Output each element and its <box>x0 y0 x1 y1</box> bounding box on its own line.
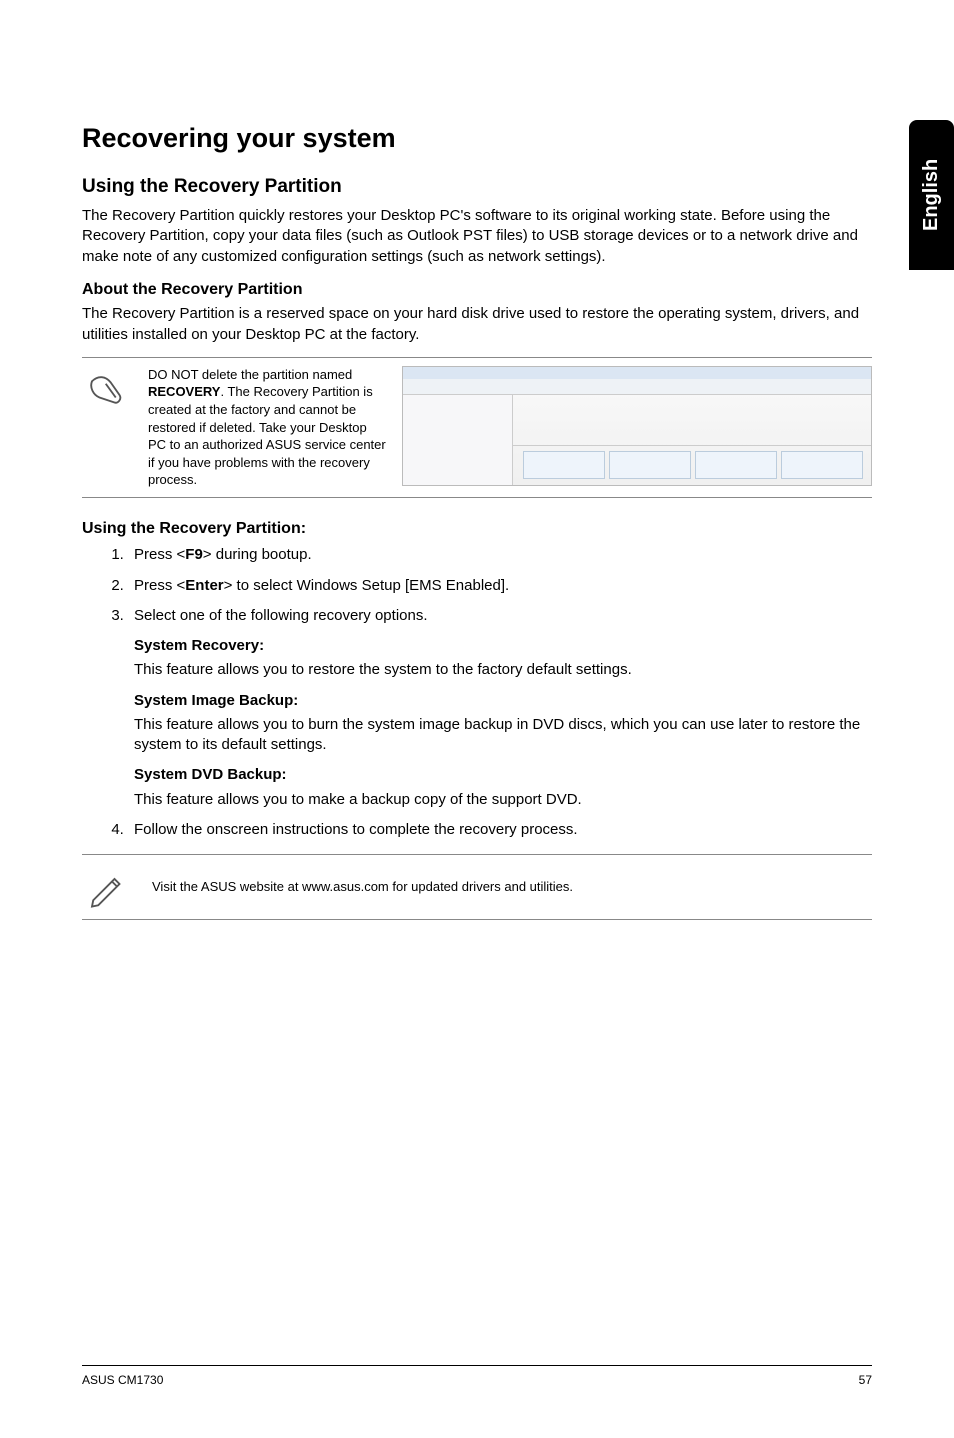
page-title: Recovering your system <box>82 120 872 156</box>
step-2: Press <Enter> to select Windows Setup [E… <box>128 576 872 596</box>
option-1-text: This feature allows you to restore the s… <box>134 660 872 680</box>
step-1-key: F9 <box>185 546 203 563</box>
page-footer: ASUS CM1730 57 <box>82 1365 872 1388</box>
note-prefix: DO NOT delete the partition named <box>148 367 352 382</box>
option-2-heading: System Image Backup: <box>134 691 872 711</box>
hand-point-icon <box>87 370 127 410</box>
intro-paragraph: The Recovery Partition quickly restores … <box>82 206 872 267</box>
step-2-prefix: Press < <box>134 577 185 594</box>
footer-page-number: 57 <box>859 1372 872 1388</box>
step-2-suffix: > to select Windows Setup [EMS Enabled]. <box>224 577 510 594</box>
option-2-text: This feature allows you to burn the syst… <box>134 715 872 756</box>
step-3-text: Select one of the following recovery opt… <box>134 607 428 624</box>
footer-model: ASUS CM1730 <box>82 1372 163 1388</box>
tip-text: Visit the ASUS website at www.asus.com f… <box>152 878 573 896</box>
note-icon <box>82 366 132 410</box>
step-4: Follow the onscreen instructions to comp… <box>128 820 872 840</box>
step-2-key: Enter <box>185 577 223 594</box>
steps-list: Press <F9> during bootup. Press <Enter> … <box>82 545 872 840</box>
note-text: DO NOT delete the partition named RECOVE… <box>148 366 388 489</box>
page-content: Recovering your system Using the Recover… <box>0 0 954 920</box>
note-suffix: . The Recovery Partition is created at t… <box>148 384 386 487</box>
using-heading: Using the Recovery Partition: <box>82 518 872 540</box>
option-1-heading: System Recovery: <box>134 636 872 656</box>
about-paragraph: The Recovery Partition is a reserved spa… <box>82 304 872 345</box>
section-heading-recovery-partition: Using the Recovery Partition <box>82 174 872 200</box>
note-bold: RECOVERY <box>148 384 220 399</box>
step-3: Select one of the following recovery opt… <box>128 606 872 810</box>
note-box: DO NOT delete the partition named RECOVE… <box>82 357 872 498</box>
disk-management-thumbnail <box>402 366 872 486</box>
step-1-prefix: Press < <box>134 546 185 563</box>
subsection-heading-about: About the Recovery Partition <box>82 279 872 301</box>
step-1-suffix: > during bootup. <box>203 546 312 563</box>
step-1: Press <F9> during bootup. <box>128 545 872 565</box>
option-3-heading: System DVD Backup: <box>134 765 872 785</box>
pencil-icon <box>87 869 127 909</box>
tip-box: Visit the ASUS website at www.asus.com f… <box>82 854 872 920</box>
option-3-text: This feature allows you to make a backup… <box>134 790 872 810</box>
tip-icon <box>82 865 132 909</box>
